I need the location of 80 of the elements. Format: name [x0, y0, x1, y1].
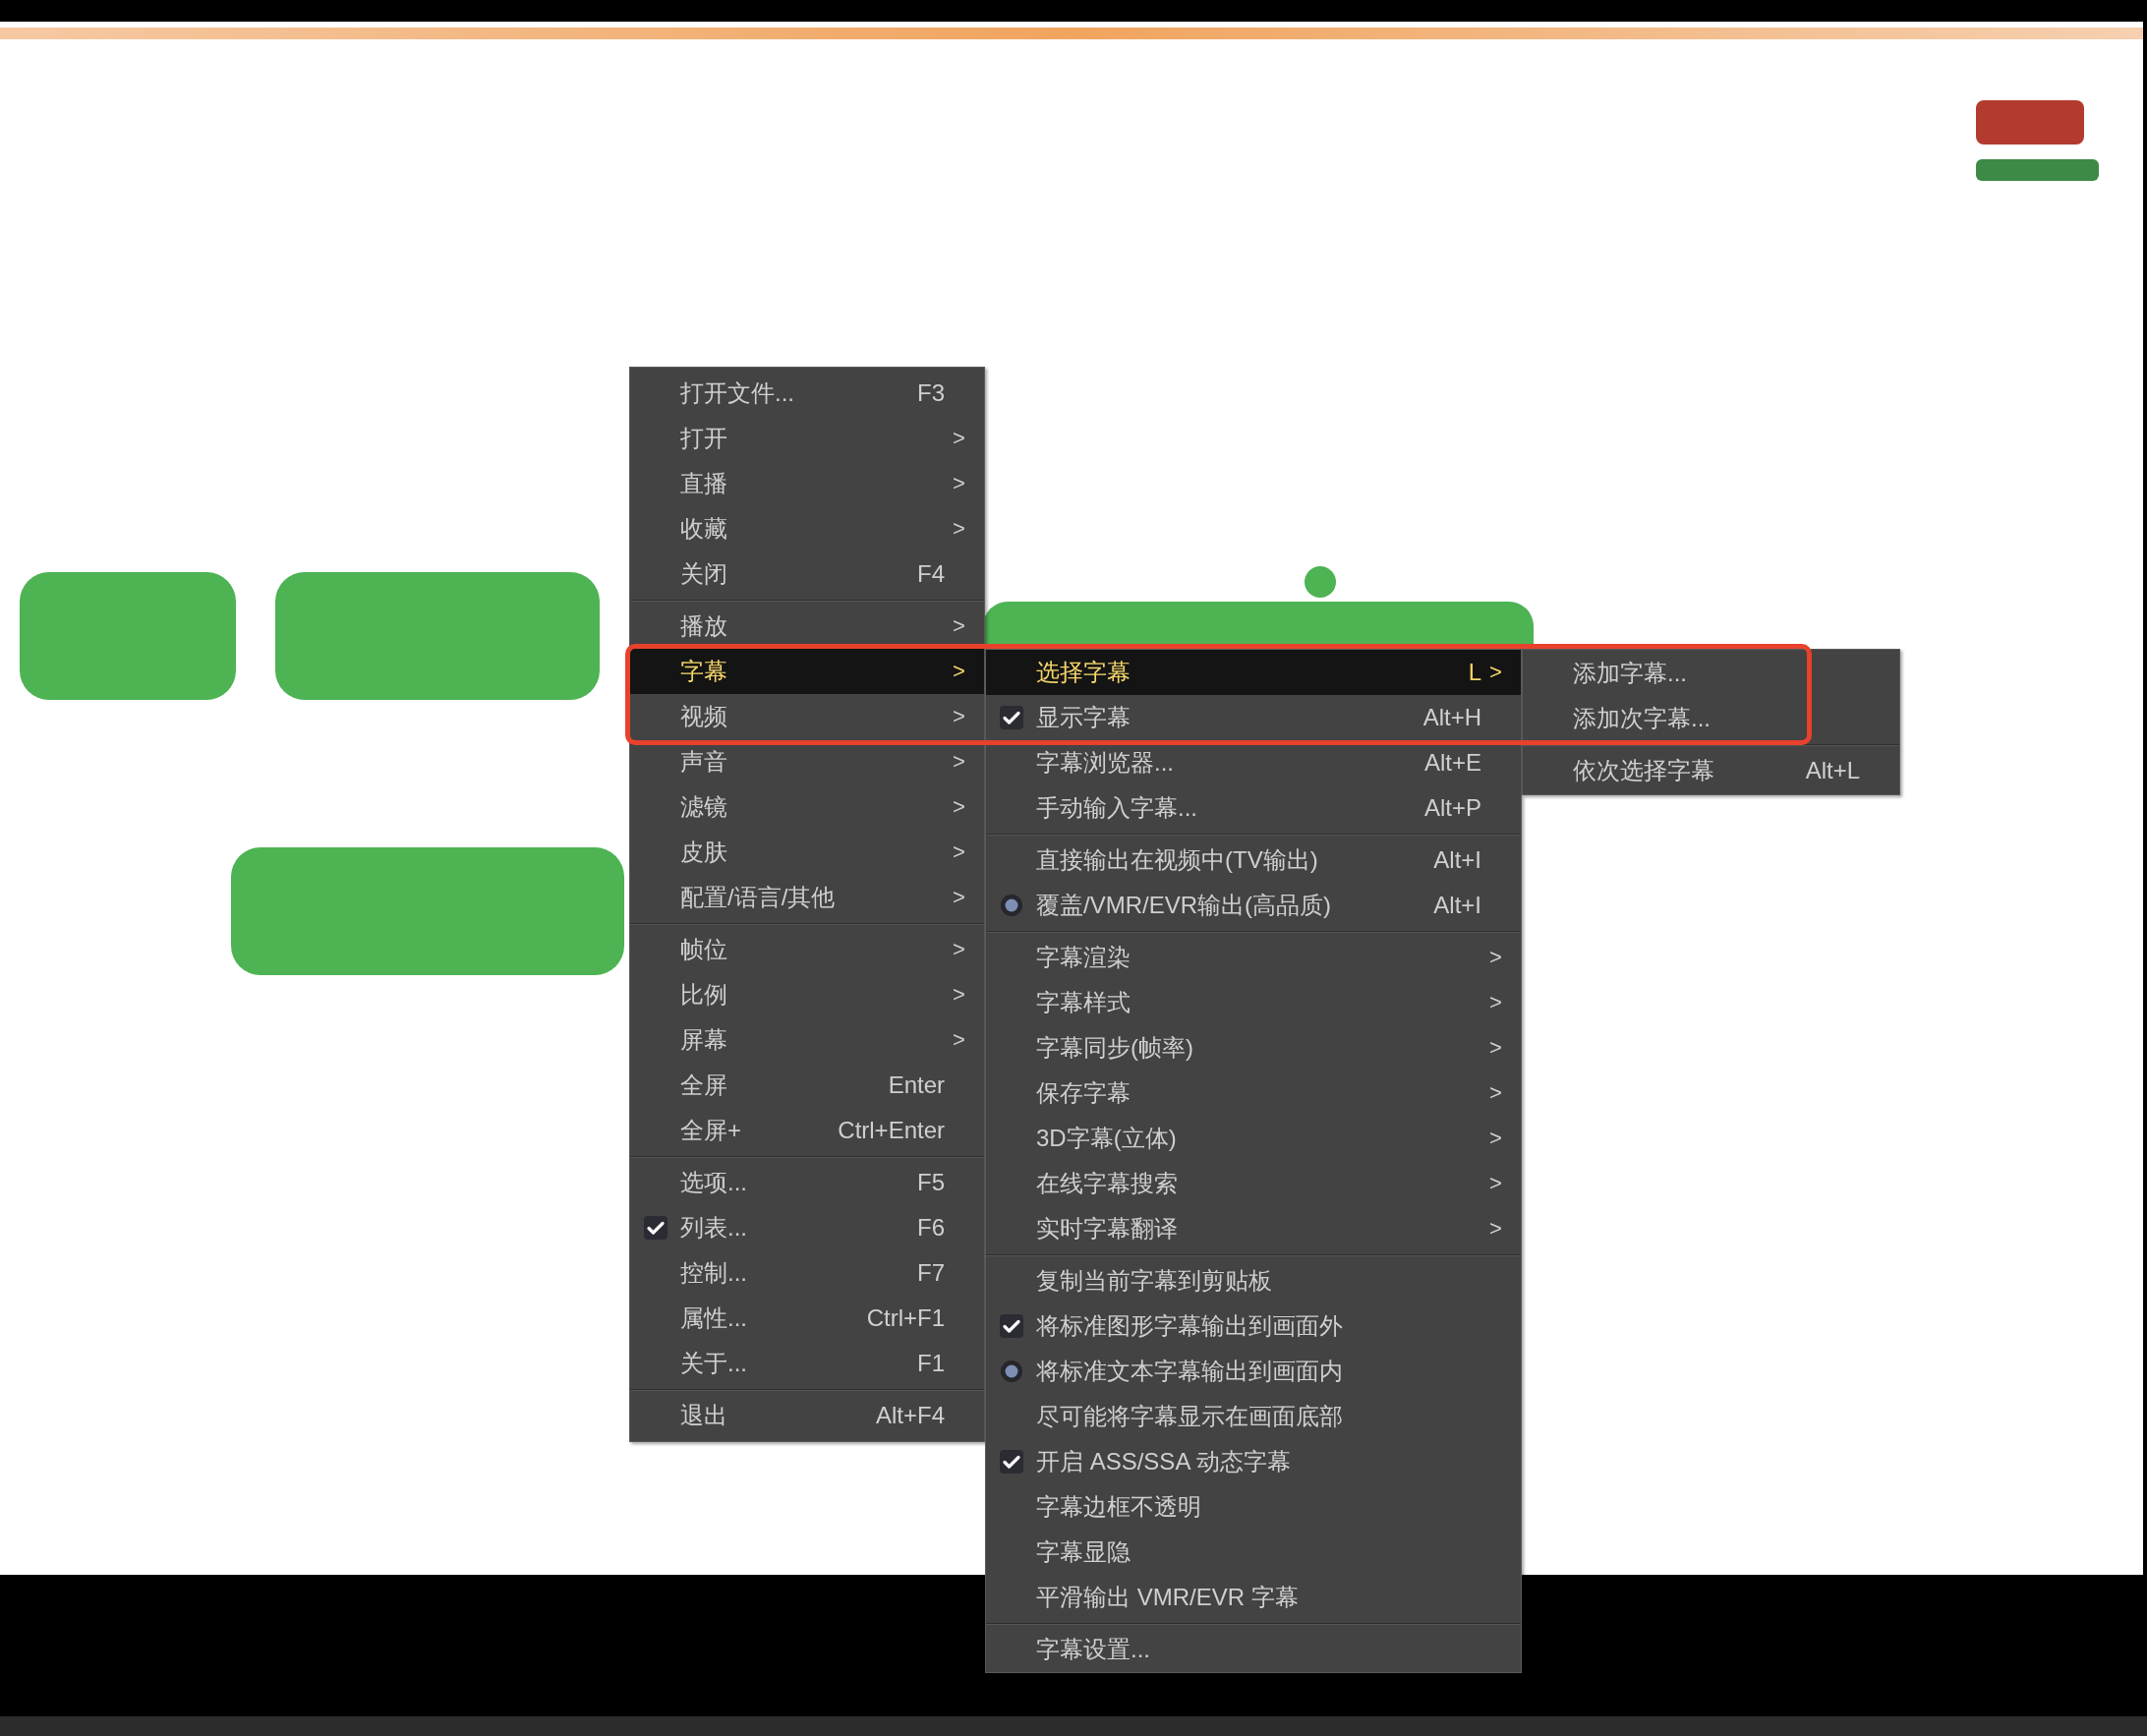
menu-item[interactable]: 收藏 >: [630, 506, 984, 551]
submenu-arrow: >: [952, 613, 966, 639]
shortcut-text: L: [1468, 659, 1481, 686]
submenu-arrow: >: [952, 749, 966, 775]
menu-item[interactable]: 字幕样式 >: [986, 980, 1521, 1025]
submenu-arrow: >: [1488, 1216, 1503, 1242]
menu-item[interactable]: 关闭 F4: [630, 551, 984, 597]
menu-item[interactable]: 字幕设置...: [986, 1627, 1521, 1672]
shortcut-text: F5: [917, 1169, 945, 1196]
shortcut-text: Alt+H: [1422, 704, 1481, 731]
shortcut-text: F1: [917, 1350, 945, 1377]
submenu-arrow: >: [1488, 990, 1503, 1015]
submenu-arrow: >: [952, 516, 966, 542]
submenu-arrow: >: [952, 839, 966, 865]
shortcut-text: Alt+L: [1805, 757, 1860, 784]
shortcut-text: Alt+P: [1423, 794, 1481, 822]
submenu-arrow: >: [952, 659, 966, 684]
menu-item[interactable]: 字幕渲染 >: [986, 935, 1521, 980]
menu-item[interactable]: 字幕同步(帧率) >: [986, 1025, 1521, 1071]
menu-item[interactable]: 手动输入字幕... Alt+P: [986, 785, 1521, 831]
menu-item[interactable]: 全屏 Enter: [630, 1063, 984, 1108]
menu-item[interactable]: 保存字幕 >: [986, 1071, 1521, 1116]
menu-item[interactable]: 覆盖/VMR/EVR输出(高品质) Alt+I: [986, 883, 1521, 928]
menu-item[interactable]: 平滑输出 VMR/EVR 字幕: [986, 1575, 1521, 1620]
menu-item[interactable]: 字幕 >: [630, 649, 984, 694]
menu-item[interactable]: 打开 >: [630, 416, 984, 461]
menu-item[interactable]: 直播 >: [630, 461, 984, 506]
menu-item[interactable]: 字幕边框不透明: [986, 1484, 1521, 1530]
menu-item[interactable]: 将标准文本字幕输出到画面内: [986, 1349, 1521, 1394]
menu-item[interactable]: 将标准图形字幕输出到画面外: [986, 1303, 1521, 1349]
submenu-arrow: >: [1488, 1035, 1503, 1061]
menu-item[interactable]: 实时字幕翻译 >: [986, 1206, 1521, 1251]
shortcut-text: F7: [917, 1259, 945, 1287]
submenu-arrow: >: [1488, 1171, 1503, 1196]
shortcut-text: F6: [917, 1214, 945, 1242]
submenu-arrow: >: [1488, 1080, 1503, 1106]
shortcut-text: Ctrl+Enter: [838, 1117, 945, 1144]
shortcut-text: Alt+F4: [875, 1402, 945, 1429]
shortcut-text: F3: [917, 379, 945, 407]
submenu-arrow: >: [952, 937, 966, 962]
submenu-arrow: >: [952, 426, 966, 451]
shortcut-text: Alt+I: [1433, 846, 1481, 874]
submenu-arrow: >: [1488, 660, 1503, 685]
menu-item[interactable]: 关于... F1: [630, 1341, 984, 1386]
menu-item[interactable]: 在线字幕搜索 >: [986, 1161, 1521, 1206]
submenu-arrow: >: [952, 1027, 966, 1053]
menu-item[interactable]: 属性... Ctrl+F1: [630, 1296, 984, 1341]
menu-item[interactable]: 开启 ASS/SSA 动态字幕: [986, 1439, 1521, 1484]
submenu-arrow: >: [952, 704, 966, 729]
submenu-arrow: >: [952, 471, 966, 496]
menu-item[interactable]: 屏幕 >: [630, 1017, 984, 1063]
menu-item[interactable]: 依次选择字幕 Alt+L: [1523, 748, 1899, 793]
menu-item[interactable]: 帧位 >: [630, 927, 984, 972]
shortcut-text: Alt+E: [1423, 749, 1481, 777]
menu-item[interactable]: 尽可能将字幕显示在画面底部: [986, 1394, 1521, 1439]
menu-item[interactable]: 配置/语言/其他 >: [630, 875, 984, 920]
submenu-arrow: >: [1488, 945, 1503, 970]
menu-item[interactable]: 添加字幕...: [1523, 651, 1899, 696]
menu-item[interactable]: 选项... F5: [630, 1160, 984, 1205]
menu-item[interactable]: 3D字幕(立体) >: [986, 1116, 1521, 1161]
submenu-arrow: >: [952, 982, 966, 1008]
submenu-arrow: >: [952, 794, 966, 820]
menu-item[interactable]: 打开文件... F3: [630, 371, 984, 416]
menu-item[interactable]: 直接输出在视频中(TV输出) Alt+I: [986, 838, 1521, 883]
menu-item[interactable]: 控制... F7: [630, 1250, 984, 1296]
submenu-arrow: >: [952, 885, 966, 910]
shortcut-text: Enter: [888, 1071, 945, 1099]
shortcut-text: Ctrl+F1: [866, 1304, 945, 1332]
menu-item[interactable]: 皮肤 >: [630, 830, 984, 875]
menu-item[interactable]: 全屏+ Ctrl+Enter: [630, 1108, 984, 1153]
menu-item[interactable]: 选择字幕 L >: [986, 650, 1521, 695]
shortcut-text: F4: [917, 560, 945, 588]
submenu-arrow: >: [1488, 1126, 1503, 1151]
menu-item[interactable]: 复制当前字幕到剪贴板: [986, 1258, 1521, 1303]
menu-item[interactable]: 滤镜 >: [630, 784, 984, 830]
menu-item[interactable]: 列表... F6: [630, 1205, 984, 1250]
menu-item[interactable]: 字幕显隐: [986, 1530, 1521, 1575]
menu-item[interactable]: 比例 >: [630, 972, 984, 1017]
menu-item[interactable]: 退出 Alt+F4: [630, 1393, 984, 1438]
shortcut-text: Alt+I: [1433, 892, 1481, 919]
